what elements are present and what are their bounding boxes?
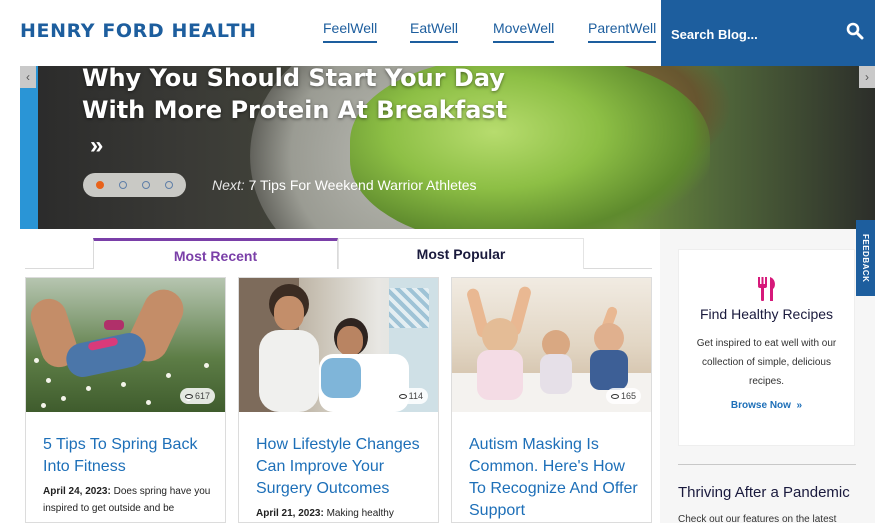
- hero-slide-dots: [83, 173, 186, 197]
- search-bar: [661, 0, 875, 66]
- search-icon[interactable]: [846, 22, 864, 40]
- article-image-kids[interactable]: 165: [452, 278, 651, 412]
- hero-next-slide[interactable]: Next: 7 Tips For Weekend Warrior Athlete…: [212, 177, 477, 193]
- hero-title[interactable]: Why You Should Start Your Day With More …: [82, 62, 522, 126]
- article-title[interactable]: 5 Tips To Spring Back Into Fitness: [43, 434, 213, 478]
- article-image-hospital[interactable]: 114: [239, 278, 438, 412]
- article-excerpt: April 21, 2023: Making healthy: [256, 508, 394, 519]
- hero-edge-strip: [20, 66, 38, 229]
- view-count: 165: [605, 388, 641, 404]
- article-card[interactable]: 165 Autism Masking Is Common. Here's How…: [451, 277, 652, 523]
- view-count: 114: [393, 388, 428, 404]
- nav-movewell[interactable]: MoveWell: [493, 20, 555, 43]
- eye-icon: [398, 394, 407, 399]
- nav-parentwell[interactable]: ParentWell: [588, 20, 657, 43]
- recipes-description: Get inspired to eat well with our collec…: [696, 338, 837, 387]
- article-title[interactable]: How Lifestyle Changes Can Improve Your S…: [256, 434, 426, 500]
- sidebar-subtext: Check out our features on the latest: [678, 514, 837, 523]
- hero-prev-button[interactable]: ‹: [20, 66, 36, 88]
- slide-dot-4[interactable]: [165, 181, 173, 189]
- article-title[interactable]: Autism Masking Is Common. Here's How To …: [469, 434, 639, 522]
- article-card[interactable]: 617 5 Tips To Spring Back Into Fitness A…: [25, 277, 226, 523]
- article-excerpt: April 24, 2023: Does spring have you ins…: [43, 486, 211, 514]
- tab-most-recent[interactable]: Most Recent: [93, 238, 338, 269]
- eye-icon: [184, 394, 193, 399]
- nav-eatwell[interactable]: EatWell: [410, 20, 458, 43]
- slide-dot-3[interactable]: [142, 181, 150, 189]
- eye-icon: [610, 394, 619, 399]
- view-count: 617: [179, 388, 215, 404]
- slide-dot-1[interactable]: [96, 181, 104, 189]
- hero-next-button[interactable]: ›: [859, 66, 875, 88]
- browse-now-link[interactable]: Browse Now »: [678, 400, 855, 411]
- article-card[interactable]: 114 How Lifestyle Changes Can Improve Yo…: [238, 277, 439, 523]
- feedback-tab[interactable]: FEEDBACK: [856, 220, 875, 296]
- search-input[interactable]: [671, 23, 831, 45]
- hero-next-label: Next:: [212, 177, 245, 193]
- nav-feelwell[interactable]: FeelWell: [323, 20, 378, 43]
- recipes-title[interactable]: Find Healthy Recipes: [678, 306, 855, 322]
- sidebar-divider: [678, 464, 856, 465]
- tab-most-popular[interactable]: Most Popular: [338, 238, 584, 269]
- article-image-fitness[interactable]: 617: [26, 278, 225, 412]
- hero-next-title: 7 Tips For Weekend Warrior Athletes: [248, 177, 477, 193]
- double-chevron-icon: »: [796, 400, 803, 411]
- logo[interactable]: HENRY FORD HEALTH: [20, 20, 257, 42]
- site-header: HENRY FORD HEALTH FeelWell EatWell MoveW…: [0, 0, 875, 66]
- slide-dot-2[interactable]: [119, 181, 127, 189]
- hero-read-more-icon[interactable]: »: [90, 132, 103, 160]
- sidebar-heading[interactable]: Thriving After a Pandemic: [678, 484, 850, 501]
- fork-knife-icon: [758, 277, 775, 301]
